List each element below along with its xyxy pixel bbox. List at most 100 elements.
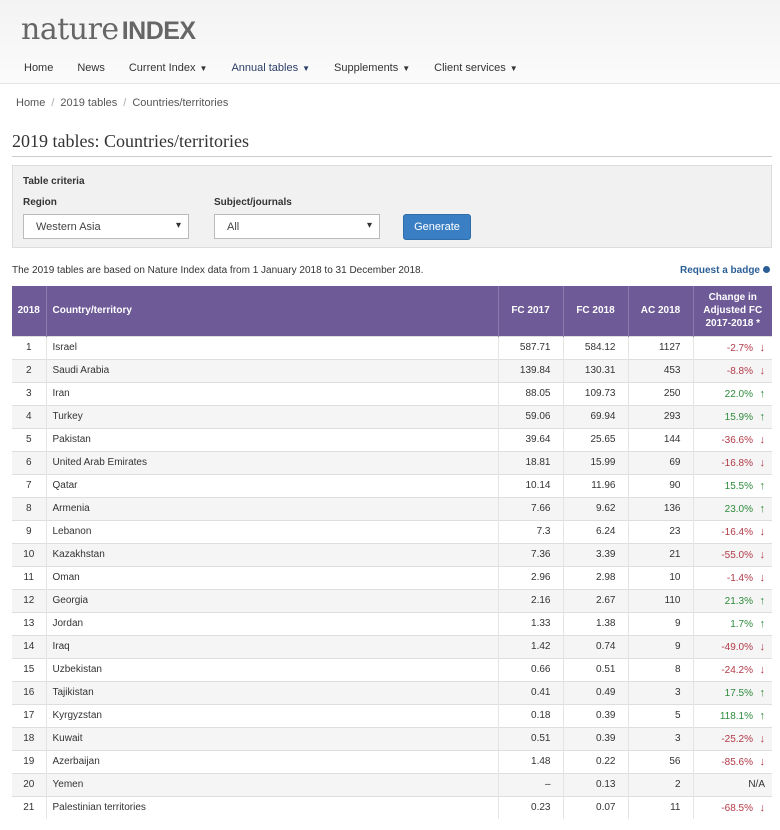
country-link[interactable]: Turkey — [46, 404, 499, 428]
country-link[interactable]: Kazakhstan — [46, 542, 499, 566]
change-cell: 22.0% ↑ — [693, 381, 772, 405]
nav-label: Client services — [434, 62, 506, 74]
breadcrumb-current: Countries/territories — [132, 97, 229, 109]
table-row[interactable]: 18 Kuwait 0.51 0.39 3 -25.2% ↓ — [12, 726, 772, 750]
region-select[interactable]: Western Asia ▾ — [23, 214, 189, 239]
column-header-rank[interactable]: 2018 — [12, 286, 47, 336]
table-row[interactable]: 19 Azerbaijan 1.48 0.22 56 -85.6% ↓ — [12, 749, 772, 773]
ac2018-cell: 3 — [628, 680, 694, 704]
request-badge-link[interactable]: Request a badge — [680, 265, 770, 276]
nav-label: Annual tables — [231, 62, 299, 74]
country-link[interactable]: Pakistan — [46, 427, 499, 451]
country-link[interactable]: Jordan — [46, 611, 499, 635]
request-badge-label: Request a badge — [679, 265, 760, 276]
table-row[interactable]: 1 Israel 587.71 584.12 1127 -2.7% ↓ — [12, 335, 772, 359]
country-link[interactable]: Azerbaijan — [46, 749, 499, 773]
ac2018-cell: 3 — [628, 726, 694, 750]
nav-supplements[interactable]: Supplements ▼ — [334, 62, 410, 74]
change-cell: -55.0% ↓ — [693, 542, 772, 566]
criteria-title: Table criteria — [23, 176, 85, 187]
fc2018-cell: 109.73 — [563, 381, 629, 405]
table-row[interactable]: 12 Georgia 2.16 2.67 110 21.3% ↑ — [12, 588, 772, 612]
rank-cell: 10 — [12, 542, 47, 566]
country-link[interactable]: United Arab Emirates — [46, 450, 499, 474]
ac2018-cell: 250 — [628, 381, 694, 405]
rank-cell: 17 — [12, 703, 47, 727]
column-header-fc2017[interactable]: FC 2017 — [498, 286, 564, 336]
fc2017-cell: 18.81 — [498, 450, 564, 474]
column-header-ac2018[interactable]: AC 2018 — [628, 286, 694, 336]
country-link[interactable]: Uzbekistan — [46, 657, 499, 681]
country-link[interactable]: Iran — [46, 381, 499, 405]
country-link[interactable]: Saudi Arabia — [46, 358, 499, 382]
table-row[interactable]: 9 Lebanon 7.3 6.24 23 -16.4% ↓ — [12, 519, 772, 543]
column-header-country[interactable]: Country/territory — [46, 286, 499, 336]
table-row[interactable]: 2 Saudi Arabia 139.84 130.31 453 -8.8% ↓ — [12, 358, 772, 382]
arrow-down-icon: ↓ — [759, 525, 766, 538]
generate-button[interactable]: Generate — [403, 214, 471, 240]
country-link[interactable]: Yemen — [46, 772, 499, 796]
fc2018-cell: 0.39 — [563, 703, 629, 727]
country-link[interactable]: Qatar — [46, 473, 499, 497]
table-row[interactable]: 6 United Arab Emirates 18.81 15.99 69 -16.8% ↓ — [12, 450, 772, 474]
ac2018-cell: 56 — [628, 749, 694, 773]
subject-select[interactable]: All ▾ — [214, 214, 380, 239]
chevron-down-icon: ▾ — [175, 220, 181, 231]
change-value: 22.0% — [724, 388, 753, 400]
country-link[interactable]: Georgia — [46, 588, 499, 612]
rank-cell: 12 — [12, 588, 47, 612]
fc2018-cell: 0.13 — [563, 772, 629, 796]
breadcrumb: Home / 2019 tables / Countries/territori… — [16, 97, 228, 109]
country-link[interactable]: Oman — [46, 565, 499, 589]
change-value: -2.7% — [726, 342, 753, 354]
table-row[interactable]: 10 Kazakhstan 7.36 3.39 21 -55.0% ↓ — [12, 542, 772, 566]
table-row[interactable]: 4 Turkey 59.06 69.94 293 15.9% ↑ — [12, 404, 772, 428]
arrow-down-icon: ↓ — [759, 755, 766, 768]
country-link[interactable]: Tajikistan — [46, 680, 499, 704]
breadcrumb-home[interactable]: Home — [16, 97, 45, 109]
country-link[interactable]: Kyrgyzstan — [46, 703, 499, 727]
fc2018-cell: 1.38 — [563, 611, 629, 635]
nav-home[interactable]: Home — [24, 62, 53, 74]
table-row[interactable]: 16 Tajikistan 0.41 0.49 3 17.5% ↑ — [12, 680, 772, 704]
breadcrumb-2019-tables[interactable]: 2019 tables — [60, 97, 117, 109]
column-header-change[interactable]: Change in Adjusted FC 2017-2018 * — [693, 286, 772, 336]
table-row[interactable]: 14 Iraq 1.42 0.74 9 -49.0% ↓ — [12, 634, 772, 658]
table-row[interactable]: 5 Pakistan 39.64 25.65 144 -36.6% ↓ — [12, 427, 772, 451]
country-link[interactable]: Armenia — [46, 496, 499, 520]
country-link[interactable]: Lebanon — [46, 519, 499, 543]
table-row[interactable]: 15 Uzbekistan 0.66 0.51 8 -24.2% ↓ — [12, 657, 772, 681]
table-row[interactable]: 21 Palestinian territories 0.23 0.07 11 -68.5… — [12, 795, 772, 819]
nav-current-index[interactable]: Current Index ▼ — [129, 62, 208, 74]
table-row[interactable]: 20 Yemen –0.13 2 N/A — [12, 772, 772, 796]
nav-news[interactable]: News — [77, 62, 105, 74]
rank-cell: 1 — [12, 335, 47, 359]
arrow-down-icon: ↓ — [759, 640, 766, 653]
country-link[interactable]: Kuwait — [46, 726, 499, 750]
fc2017-cell: 139.84 — [498, 358, 564, 382]
table-row[interactable]: 7 Qatar 10.14 11.96 90 15.5% ↑ — [12, 473, 772, 497]
country-link[interactable]: Israel — [46, 335, 499, 359]
table-row[interactable]: 13 Jordan 1.33 1.38 9 1.7% ↑ — [12, 611, 772, 635]
fc2017-cell: 0.41 — [498, 680, 564, 704]
fc2017-cell: 59.06 — [498, 404, 564, 428]
table-row[interactable]: 17 Kyrgyzstan 0.18 0.39 5 118.1% ↑ — [12, 703, 772, 727]
nav-annual-tables[interactable]: Annual tables ▼ — [231, 62, 310, 74]
arrow-down-icon: ↓ — [759, 364, 766, 377]
country-link[interactable]: Iraq — [46, 634, 499, 658]
table-row[interactable]: 11 Oman 2.96 2.98 10 -1.4% ↓ — [12, 565, 772, 589]
arrow-up-icon: ↑ — [759, 387, 766, 400]
country-link[interactable]: Palestinian territories — [46, 795, 499, 819]
change-cell: -24.2% ↓ — [693, 657, 772, 681]
nature-index-logo[interactable]: nature INDEX — [21, 12, 196, 47]
change-value: -8.8% — [726, 365, 753, 377]
table-row[interactable]: 8 Armenia 7.66 9.62 136 23.0% ↑ — [12, 496, 772, 520]
rank-cell: 21 — [12, 795, 47, 819]
change-cell: -25.2% ↓ — [693, 726, 772, 750]
nav-client-services[interactable]: Client services ▼ — [434, 62, 517, 74]
column-header-fc2018[interactable]: FC 2018 — [563, 286, 629, 336]
page-title: 2019 tables: Countries/territories — [12, 131, 249, 151]
fc2018-cell: 15.99 — [563, 450, 629, 474]
table-row[interactable]: 3 Iran 88.05 109.73 250 22.0% ↑ — [12, 381, 772, 405]
fc2018-cell: 0.74 — [563, 634, 629, 658]
